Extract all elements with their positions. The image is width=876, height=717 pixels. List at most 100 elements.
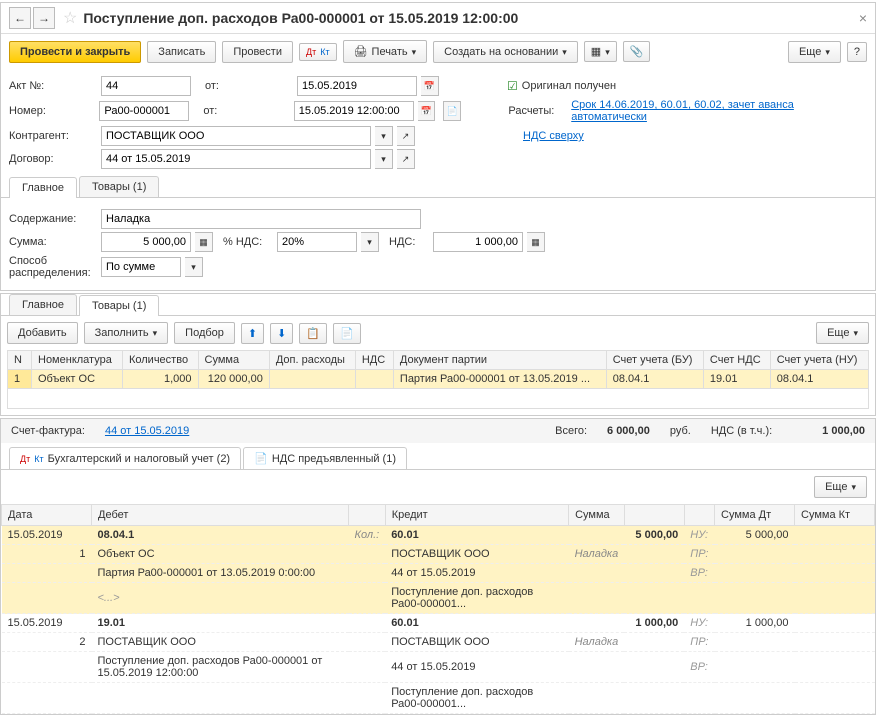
goods-more-button[interactable]: Еще [816, 322, 869, 344]
col-acct-bu[interactable]: Счет учета (БУ) [606, 351, 703, 370]
acct-col-sum-kt[interactable]: Сумма Кт [795, 505, 875, 526]
post-button[interactable]: Провести [222, 41, 293, 63]
original-received-checkbox[interactable]: ☑ Оригинал получен [507, 79, 616, 93]
from-label-2: от: [203, 105, 289, 117]
calc-label: Расчеты: [508, 105, 567, 117]
sf-link[interactable]: 44 от 15.05.2019 [105, 425, 189, 437]
calendar-icon[interactable]: 📅 [418, 101, 436, 121]
number-label: Номер: [9, 105, 95, 117]
fill-button[interactable]: Заполнить [84, 322, 169, 344]
col-n[interactable]: N [8, 351, 32, 370]
act-no-label: Акт №: [9, 80, 97, 92]
entry-row[interactable]: 1 Объект ОС ПОСТАВЩИК ООО Наладка ПР: [2, 545, 875, 564]
nav-forward-button[interactable]: → [33, 7, 55, 29]
entry-row[interactable]: 2 ПОСТАВЩИК ООО ПОСТАВЩИК ООО Наладка ПР… [2, 633, 875, 652]
acct-tab-2[interactable]: 📄 НДС предъявленный (1) [243, 447, 407, 469]
entry-row[interactable]: Партия Ра00-000001 от 13.05.2019 0:00:00… [2, 564, 875, 583]
add-to-list-button[interactable]: ▦ [584, 41, 617, 62]
window-title: Поступление доп. расходов Ра00-000001 от… [83, 10, 858, 26]
entry-row[interactable]: Поступление доп. расходов Ра00-000001... [2, 683, 875, 714]
col-extra[interactable]: Доп. расходы [269, 351, 355, 370]
print-button[interactable]: 🖨 Печать [343, 40, 428, 63]
accounting-table: Дата Дебет Кредит Сумма Сумма Дт Сумма К… [1, 504, 875, 714]
more-button[interactable]: Еще [788, 41, 841, 63]
rub-label: руб. [670, 425, 691, 437]
copy-button[interactable]: 📋 [299, 323, 327, 344]
contractor-open-icon[interactable]: ↗ [397, 126, 415, 146]
from-label-1: от: [205, 80, 293, 92]
tab-main-2[interactable]: Главное [9, 294, 77, 315]
col-party-doc[interactable]: Документ партии [393, 351, 606, 370]
content-input[interactable] [101, 209, 421, 229]
vat-pct-input[interactable] [277, 232, 357, 252]
total-label: Всего: [555, 425, 587, 437]
write-button[interactable]: Записать [147, 41, 216, 63]
pick-button[interactable]: Подбор [174, 322, 235, 344]
tab-main[interactable]: Главное [9, 177, 77, 198]
favorite-star-icon[interactable]: ☆ [63, 8, 77, 28]
vat-label: НДС: [389, 236, 429, 248]
col-vat[interactable]: НДС [355, 351, 393, 370]
col-acct-nu[interactable]: Счет учета (НУ) [770, 351, 868, 370]
vat-input[interactable] [433, 232, 523, 252]
contract-open-icon[interactable]: ↗ [397, 149, 415, 169]
tab-goods[interactable]: Товары (1) [79, 176, 159, 197]
contractor-dropdown-icon[interactable] [375, 126, 393, 146]
calc-link[interactable]: Срок 14.06.2019, 60.01, 60.02, зачет ава… [571, 99, 867, 123]
contract-input[interactable] [101, 149, 371, 169]
col-sum[interactable]: Сумма [198, 351, 269, 370]
create-based-button[interactable]: Создать на основании [433, 41, 578, 63]
calendar-icon[interactable]: 📅 [421, 76, 439, 96]
acct-col-sum[interactable]: Сумма [569, 505, 625, 526]
number-input[interactable] [99, 101, 189, 121]
post-and-close-button[interactable]: Провести и закрыть [9, 41, 141, 63]
acct-col-date[interactable]: Дата [2, 505, 92, 526]
distrib-label: Способ распределения: [9, 255, 97, 279]
dtkt-button[interactable]: ДтКт [299, 43, 337, 61]
close-icon[interactable]: × [859, 10, 867, 26]
contract-dropdown-icon[interactable] [375, 149, 393, 169]
sum-input[interactable] [101, 232, 191, 252]
act-date-input[interactable] [297, 76, 417, 96]
entry-row[interactable]: 15.05.2019 19.01 60.01 1 000,00 НУ: 1 00… [2, 614, 875, 633]
add-button[interactable]: Добавить [7, 322, 78, 344]
help-button[interactable]: ? [847, 42, 867, 62]
status-icon[interactable]: 📄 [443, 101, 461, 121]
col-acct-vat[interactable]: Счет НДС [703, 351, 770, 370]
acct-col-sum-dt[interactable]: Сумма Дт [715, 505, 795, 526]
sum-label: Сумма: [9, 236, 97, 248]
col-nomenclature[interactable]: Номенклатура [32, 351, 123, 370]
table-row[interactable]: 1 Объект ОС 1,000 120 000,00 Партия Ра00… [8, 370, 869, 389]
goods-table: N Номенклатура Количество Сумма Доп. рас… [7, 350, 869, 409]
paste-button[interactable]: 📄 [333, 323, 361, 344]
entry-row[interactable]: Поступление доп. расходов Ра00-000001 от… [2, 652, 875, 683]
tab-goods-2[interactable]: Товары (1) [79, 295, 159, 316]
move-down-button[interactable]: ⬇ [270, 323, 293, 344]
move-up-button[interactable]: ⬆ [241, 323, 264, 344]
col-qty[interactable]: Количество [122, 351, 198, 370]
act-no-input[interactable] [101, 76, 191, 96]
nav-back-button[interactable]: ← [9, 7, 31, 29]
vat-pct-dropdown-icon[interactable] [361, 232, 379, 252]
attach-button[interactable]: 📎 [623, 41, 651, 62]
doc-date-input[interactable] [294, 101, 414, 121]
contract-label: Договор: [9, 153, 97, 165]
entry-row[interactable]: <...> Поступление доп. расходов Ра00-000… [2, 583, 875, 614]
acct-tab-1[interactable]: ДтКт Бухгалтерский и налоговый учет (2) [9, 447, 241, 469]
calc-icon[interactable]: ▦ [527, 232, 545, 252]
vat-pct-label: % НДС: [223, 236, 273, 248]
distrib-dropdown-icon[interactable] [185, 257, 203, 277]
contractor-input[interactable] [101, 126, 371, 146]
distrib-input[interactable] [101, 257, 181, 277]
sf-label: Счет-фактура: [11, 425, 85, 437]
content-label: Содержание: [9, 213, 97, 225]
entry-row[interactable]: 15.05.2019 08.04.1 Кол.: 60.01 5 000,00 … [2, 526, 875, 545]
vat-mode-link[interactable]: НДС сверху [523, 130, 584, 142]
total-value: 6 000,00 [607, 425, 650, 437]
calc-icon[interactable]: ▦ [195, 232, 213, 252]
acct-col-credit[interactable]: Кредит [385, 505, 568, 526]
acct-col-debit[interactable]: Дебет [92, 505, 349, 526]
acct-more-button[interactable]: Еще [814, 476, 867, 498]
vat-incl-label: НДС (в т.ч.): [711, 425, 772, 437]
contractor-label: Контрагент: [9, 130, 97, 142]
